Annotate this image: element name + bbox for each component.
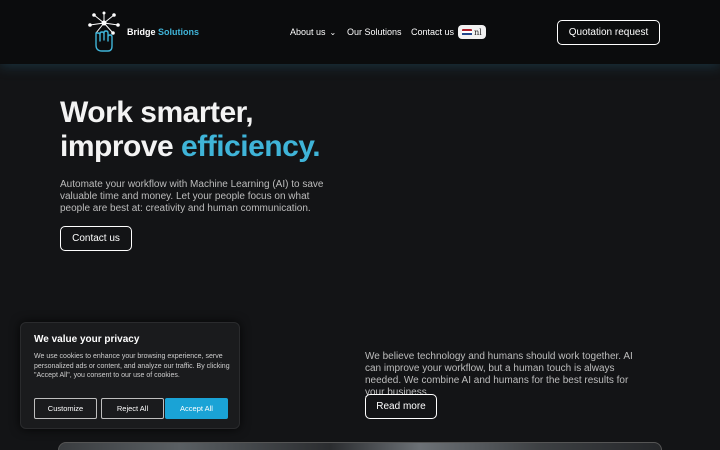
hero-title: Work smarter, improve efficiency. [60,96,321,164]
nav-contact-us[interactable]: Contact us [411,27,454,37]
section-image [58,442,662,450]
nav-about-label: About us [290,27,326,37]
network-hand-logo-icon[interactable] [86,11,122,53]
language-switcher[interactable]: nl [458,25,486,39]
cookie-banner: We value your privacy We use cookies to … [20,322,240,429]
hero-title-line1: Work smarter, [60,96,254,129]
brand-name[interactable]: Bridge Solutions [127,27,199,37]
cookie-text: We use cookies to enhance your browsing … [34,353,230,379]
quotation-request-button[interactable]: Quotation request [557,20,660,45]
cookie-reject-all-button[interactable]: Reject All [101,398,164,419]
netherlands-flag-icon [462,28,473,36]
site-header: Bridge Solutions About us ⌄ Our Solutions… [0,0,720,64]
hero-title-accent: efficiency. [181,130,321,163]
chevron-down-icon: ⌄ [329,28,337,37]
cookie-customize-button[interactable]: Customize [34,398,97,419]
nav-about-us[interactable]: About us ⌄ [290,27,336,37]
cookie-accept-all-button[interactable]: Accept All [165,398,228,419]
hero-description: Automate your workflow with Machine Lear… [60,179,324,214]
nav-our-solutions[interactable]: Our Solutions [347,27,402,37]
brand-name-accent: Solutions [158,27,200,37]
read-more-button[interactable]: Read more [365,394,437,419]
brand-name-main: Bridge [127,27,156,37]
contact-us-button[interactable]: Contact us [60,226,132,251]
section-description: We believe technology and humans should … [365,351,633,398]
language-code: nl [474,27,482,37]
hero-title-line2-prefix: improve [60,130,182,163]
cookie-title: We value your privacy [34,334,140,345]
